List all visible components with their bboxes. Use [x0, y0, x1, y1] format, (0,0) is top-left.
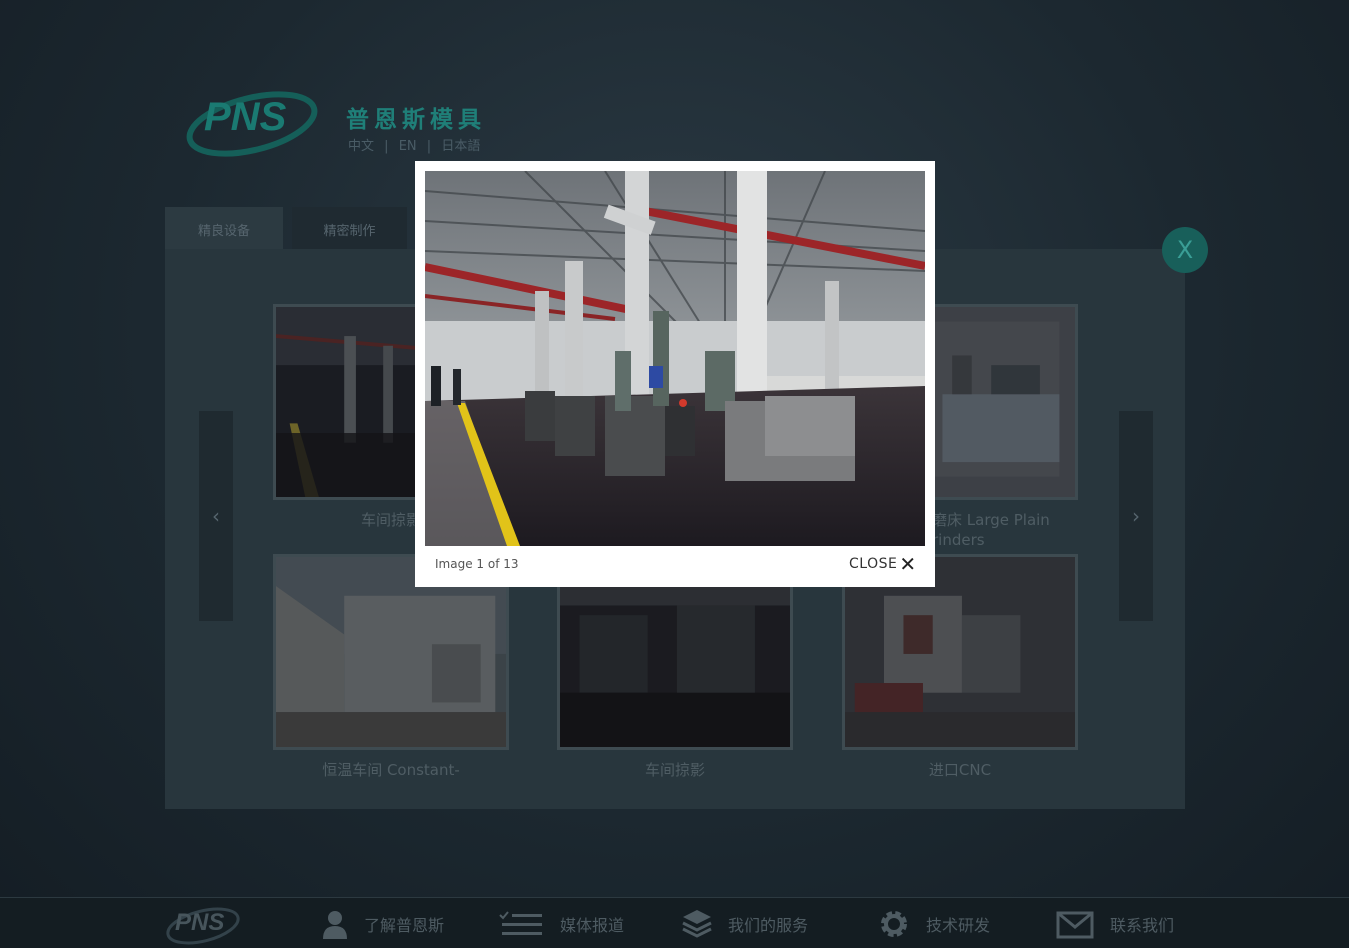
lang-separator: |: [426, 139, 432, 154]
gallery-next-button[interactable]: ›: [1119, 411, 1153, 621]
lang-separator: |: [384, 139, 389, 154]
caption-line: rinders: [932, 531, 985, 549]
lightbox-image[interactable]: [425, 171, 925, 546]
lightbox-dialog: Image 1 of 13 CLOSE ✕: [415, 161, 935, 587]
factory-photo: [425, 171, 925, 546]
site-logo[interactable]: PNS 普恩斯模具 中文 | EN | 日本語: [186, 80, 506, 165]
mail-icon: [1056, 911, 1094, 939]
lightbox-close-label: CLOSE: [849, 556, 898, 572]
language-switcher: 中文 | EN | 日本語: [348, 135, 480, 154]
gear-icon: [881, 911, 907, 937]
user-icon: [323, 911, 347, 939]
footer-item-label: 了解普恩斯: [364, 916, 445, 935]
lightbox-counter: Image 1 of 13: [435, 557, 519, 571]
footer-item-services[interactable]: 我们的服务: [680, 908, 808, 940]
footer-item-label: 联系我们: [1110, 916, 1175, 935]
chevron-right-icon: ›: [1132, 504, 1140, 528]
footer-item-rnd[interactable]: 技术研发: [878, 908, 990, 940]
footer-logo-text: PNS: [175, 909, 224, 936]
gallery-caption-5: 进口CNC: [928, 761, 992, 779]
footer-item-about[interactable]: 了解普恩斯: [320, 908, 444, 940]
caption-line: 磨床 Large Plain: [932, 511, 1050, 529]
footer-item-label: 我们的服务: [728, 916, 809, 935]
pns-logo-icon: PNS: [186, 91, 318, 157]
footer-item-label: 技术研发: [926, 916, 991, 935]
lang-chinese-link[interactable]: 中文: [348, 139, 374, 154]
gallery-caption-4: 车间掠影: [644, 761, 705, 779]
brand-name: 普恩斯模具: [346, 107, 486, 133]
tab-equipment[interactable]: 精良设备: [165, 207, 283, 249]
footer-item-contact[interactable]: 联系我们: [1056, 908, 1174, 940]
footer-nav: PNS 了解普恩斯 媒体报道 我们的服务 技术研发 联系我们: [0, 897, 1349, 948]
panel-close-button[interactable]: X: [1162, 227, 1208, 273]
lightbox-close-button[interactable]: CLOSE ✕: [849, 552, 917, 576]
gallery-prev-button[interactable]: ‹: [199, 411, 233, 621]
footer-item-media[interactable]: 媒体报道: [498, 908, 624, 940]
footer-logo-icon[interactable]: PNS: [165, 900, 245, 946]
chevron-left-icon: ‹: [212, 504, 220, 528]
logo-text: PNS: [204, 95, 287, 139]
gallery-caption-3: 恒温车间 Constant-: [322, 761, 460, 779]
close-icon: ✕: [899, 552, 917, 576]
lang-english-link[interactable]: EN: [399, 139, 417, 154]
footer-item-label: 媒体报道: [560, 916, 625, 935]
tab-precision[interactable]: 精密制作: [292, 207, 407, 249]
layers-icon: [682, 910, 712, 938]
list-icon: [499, 911, 542, 935]
lang-japanese-link[interactable]: 日本語: [441, 139, 480, 154]
